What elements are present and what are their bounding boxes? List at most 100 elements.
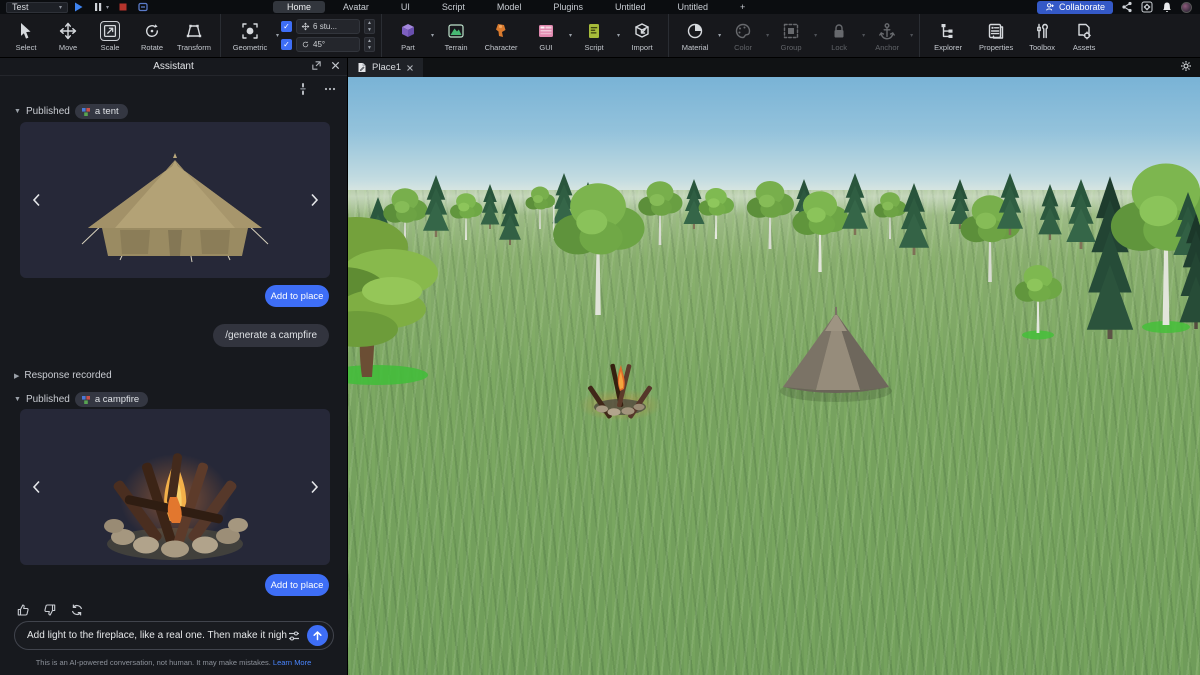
resume-button[interactable] <box>133 1 153 13</box>
more-options-icon[interactable] <box>323 82 337 96</box>
material-button[interactable]: Material <box>675 19 715 52</box>
geometric-icon <box>240 21 260 41</box>
menu-untitled-2[interactable]: Untitled <box>663 1 722 13</box>
part-button[interactable]: Part <box>388 19 428 52</box>
send-button[interactable] <box>307 625 328 646</box>
user-avatar[interactable] <box>1181 2 1192 13</box>
transform-tool-button[interactable]: Transform <box>174 19 214 52</box>
character-button[interactable]: Character <box>478 19 524 52</box>
scale-tool-button[interactable]: Scale <box>90 19 130 52</box>
menu-model[interactable]: Model <box>483 1 536 13</box>
menu-avatar[interactable]: Avatar <box>329 1 383 13</box>
popout-icon[interactable] <box>311 60 322 71</box>
test-mode-select[interactable]: Test ▾ <box>6 2 68 13</box>
chevron-down-icon[interactable]: ▾ <box>276 32 279 39</box>
terrain-button[interactable]: Terrain <box>436 19 476 52</box>
history-icon[interactable] <box>297 82 309 96</box>
add-to-place-button-tent[interactable]: Add to place <box>265 285 329 307</box>
tool-label: Group <box>781 43 802 52</box>
assistant-panel: Assistant ▼ Published a tent <box>0 58 348 675</box>
menu-add-tab[interactable]: + <box>726 1 759 13</box>
pause-icon <box>92 1 104 13</box>
menu-plugins[interactable]: Plugins <box>539 1 597 13</box>
tool-group-view: Explorer Properties Toolbox Assets <box>919 14 1110 57</box>
published-row-campfire[interactable]: ▼ Published a campfire <box>14 392 148 407</box>
toolbox-button[interactable]: Toolbox <box>1022 19 1062 52</box>
move-tool-button[interactable]: Move <box>48 19 88 52</box>
tool-label: Import <box>631 43 652 52</box>
chevron-down-icon[interactable]: ▾ <box>431 32 434 39</box>
play-icon <box>72 1 84 13</box>
notifications-bell-icon[interactable] <box>1161 1 1173 13</box>
group-asset-icon <box>81 107 91 117</box>
input-settings-icon[interactable] <box>287 629 301 643</box>
properties-button[interactable]: Properties <box>972 19 1020 52</box>
collaborate-label: Collaborate <box>1059 2 1105 12</box>
geometric-mode-button[interactable]: Geometric <box>227 19 273 52</box>
snap-rotate-checkbox[interactable]: ✓ <box>281 39 292 50</box>
chevron-down-icon[interactable]: ▾ <box>617 32 620 39</box>
tab-place1[interactable]: Place1 <box>348 58 423 77</box>
menu-script[interactable]: Script <box>428 1 479 13</box>
tent-render <box>20 122 330 278</box>
carousel-prev-button[interactable] <box>28 479 44 495</box>
thumbs-down-icon[interactable] <box>43 603 57 617</box>
learn-more-link[interactable]: Learn More <box>273 658 311 667</box>
menu-home[interactable]: Home <box>273 1 325 13</box>
tool-label: Material <box>682 43 709 52</box>
response-recorded-row[interactable]: ▶ Response recorded <box>14 370 112 381</box>
script-button[interactable]: Script <box>574 19 614 52</box>
stop-button[interactable] <box>113 1 133 13</box>
chevron-down-icon: ▾ <box>910 32 913 39</box>
thumbs-up-icon[interactable] <box>16 603 30 617</box>
tent-chip[interactable]: a tent <box>75 104 128 119</box>
menu-ui[interactable]: UI <box>387 1 424 13</box>
assets-button[interactable]: Assets <box>1064 19 1104 52</box>
collaborate-button[interactable]: Collaborate <box>1037 1 1113 14</box>
snap-move-checkbox[interactable]: ✓ <box>281 21 292 32</box>
scene-tent[interactable] <box>780 307 892 402</box>
chevron-down-icon: ▾ <box>862 32 865 39</box>
chevron-down-icon: ▾ <box>766 32 769 39</box>
rotate-tool-button[interactable]: Rotate <box>132 19 172 52</box>
play-button[interactable] <box>68 1 88 13</box>
viewport-3d[interactable] <box>348 77 1200 675</box>
chevron-down-icon[interactable]: ▾ <box>569 32 572 39</box>
chevron-down-icon: ▼ <box>14 396 21 403</box>
campfire-chip[interactable]: a campfire <box>75 392 148 407</box>
carousel-next-button[interactable] <box>306 192 322 208</box>
tool-label: Anchor <box>875 43 899 52</box>
scene-campfire[interactable] <box>578 363 662 421</box>
snap-rotate-stepper[interactable]: ▲▼ <box>364 37 375 52</box>
viewport-settings-button[interactable] <box>1180 59 1200 77</box>
foreground-tree <box>348 217 438 385</box>
campfire-chip-label: a campfire <box>95 394 139 405</box>
regenerate-icon[interactable] <box>70 603 84 617</box>
share-icon[interactable] <box>1121 1 1133 13</box>
tool-label: Terrain <box>445 43 468 52</box>
chevron-down-icon: ▾ <box>814 32 817 39</box>
lock-button: Lock <box>819 19 859 52</box>
published-row-tent[interactable]: ▼ Published a tent <box>14 104 128 119</box>
tool-label: Character <box>485 43 518 52</box>
pause-button[interactable]: ▾ <box>88 1 113 13</box>
explorer-button[interactable]: Explorer <box>926 19 970 52</box>
close-icon[interactable] <box>406 64 414 72</box>
tool-label: Transform <box>177 43 211 52</box>
carousel-next-button[interactable] <box>306 479 322 495</box>
import-button[interactable]: Import <box>622 19 662 52</box>
snap-move-value[interactable]: 6 stu... <box>296 19 360 34</box>
add-to-place-button-campfire[interactable]: Add to place <box>265 574 329 596</box>
gui-button[interactable]: GUI <box>526 19 566 52</box>
tool-group-edit: Material ▾ Color ▾ Group ▾ Lock ▾ Anchor… <box>668 14 919 57</box>
ribbon-toolbar: Select Move Scale Rotate Transform Geome… <box>0 14 1200 58</box>
chevron-down-icon[interactable]: ▾ <box>718 32 721 39</box>
snap-rotate-value[interactable]: 45° <box>296 37 360 52</box>
close-icon[interactable] <box>330 60 341 71</box>
snap-move-stepper[interactable]: ▲▼ <box>364 19 375 34</box>
select-tool-button[interactable]: Select <box>6 19 46 52</box>
carousel-prev-button[interactable] <box>28 192 44 208</box>
menu-untitled-1[interactable]: Untitled <box>601 1 660 13</box>
capture-icon[interactable] <box>1141 1 1153 13</box>
assistant-input[interactable]: Add light to the fireplace, like a real … <box>14 621 334 650</box>
